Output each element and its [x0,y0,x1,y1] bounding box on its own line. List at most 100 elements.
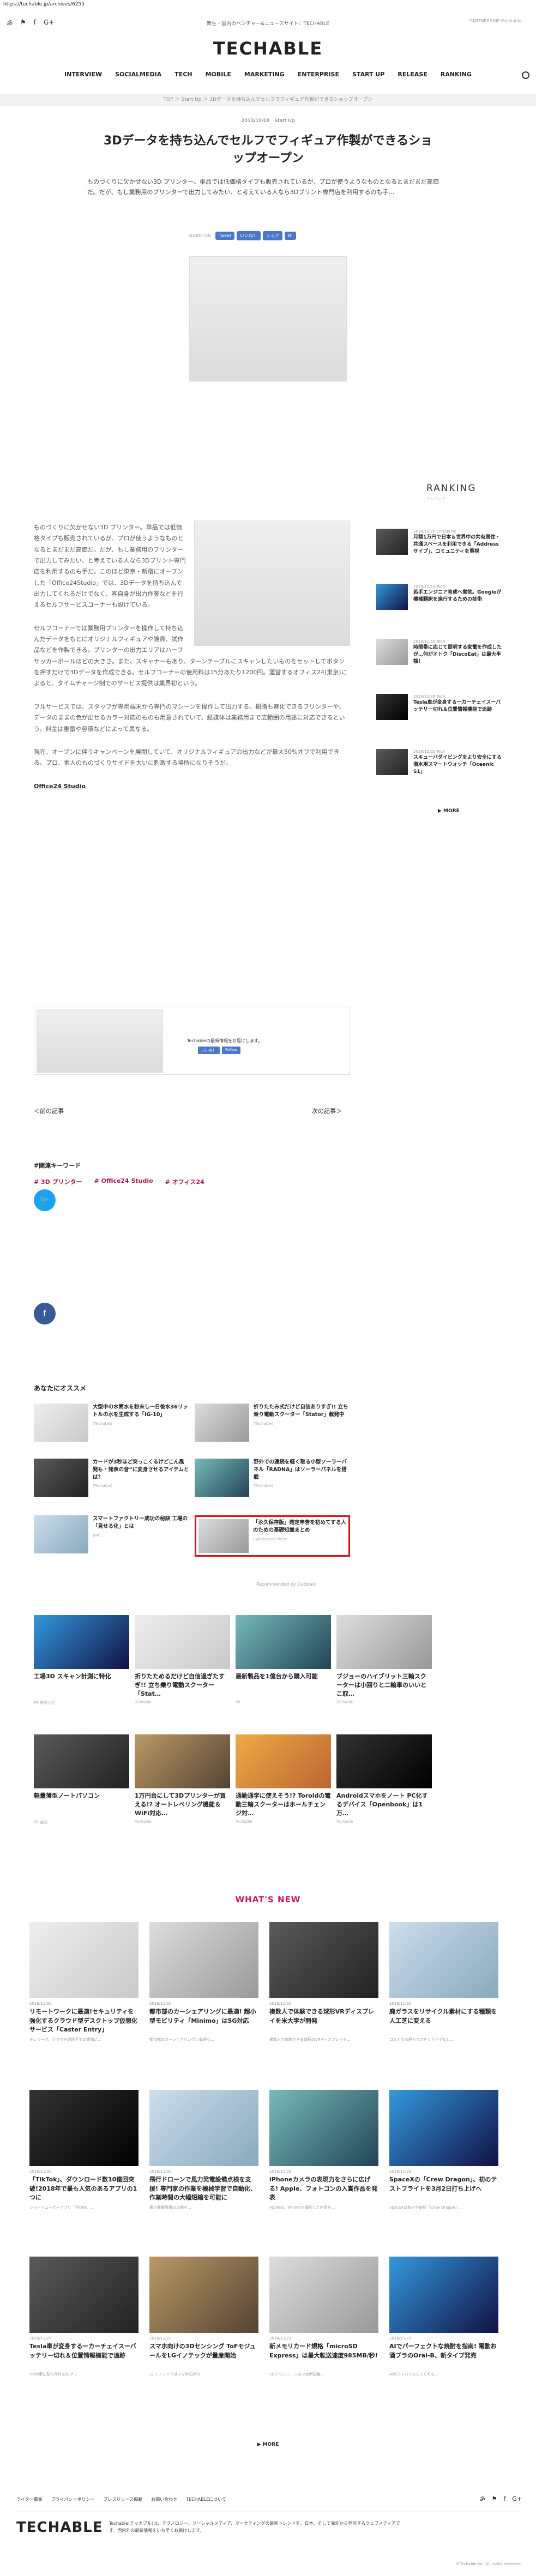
keyword-link[interactable]: # オフィス24 [165,1177,204,1186]
twitter-circle-icon[interactable]: 🐦 [34,1189,56,1211]
whats-new-item[interactable]: 2018/11/30 都市部のカーシェアリングに最適! 超小型モビリティ「Min… [149,1922,258,2048]
site-logo[interactable]: TECHABLE [0,38,536,59]
tweet-button[interactable]: Tweet [215,232,235,240]
ranking-item[interactable]: 2018/11/19 Tech 若手エンジニア育成へ意欲。Googleが機械翻訳を… [376,584,503,610]
whats-new-item[interactable]: 2018/11/30 「TikTok」、ダウンロード数10億回突破!2018年で… [29,2090,138,2216]
grid-title: 軽量薄型ノートパソコン [34,1792,100,1799]
nav-enterprise[interactable]: ENTERPRISE [298,71,339,78]
recommend-title: 野外での連続を軽く取る小型ソーラーパネル「RADNA」はソーラーパネルを搭載 [254,1459,347,1480]
ranking-date: 2018/11/20 Tech [413,749,445,754]
googleplus-icon[interactable]: G+ [512,2495,522,2504]
article-tag-link[interactable]: Office24 Studio [34,783,86,790]
grid-item[interactable]: 1万円台にして3Dプリンターが買える!? オートレベリング機能＆WiFi対応… … [135,1734,230,1824]
outbrain-credit[interactable]: Recommended by Outbrain [256,1582,316,1587]
grid-source: Techable [336,1819,353,1824]
grid-item[interactable]: 最新製品を1億台から購入可能 PR [236,1615,331,1704]
nav-socialmedia[interactable]: SOCIALMEDIA [115,71,161,78]
share-button[interactable]: シェア [263,231,283,240]
ranking-item[interactable]: 2018/11/26 Tech 時間帯に応じて照明する家電を作成したが…何がオトク… [376,639,503,666]
nav-ranking[interactable]: RANKING [441,71,472,78]
whats-new-item[interactable]: 2018/11/29 Tesla車が変身する一カーチェイスーバッテリー切れ＆位置… [29,2257,138,2383]
nav-tech[interactable]: TECH [174,71,192,78]
whats-new-more-link[interactable]: ▶ MORE [0,2442,536,2447]
footer-link[interactable]: お問い合わせ [151,2496,177,2502]
ranking-item[interactable]: 2018/11/29 Tech Tesla車が変身する一カーチェイスーバッテリー切… [376,694,503,720]
recommend-source: (Techable) [254,1484,274,1489]
whats-new-thumbnail [269,2257,378,2333]
whats-new-title: 新メモリカード規格「microSD Express」は最大転送速度985MB/秒… [269,2343,378,2359]
whats-new-item[interactable]: 2018/11/30 複数人で体験できる球形VRディスプレイを米大学が開発 複数… [269,1922,378,2048]
grid-thumbnail [236,1615,331,1669]
whats-new-item[interactable]: 2018/11/29 AIでパーフェクトな焼酎を指南! 電動お酒プラのOrai-… [389,2257,498,2383]
footer-link[interactable]: プライバシーポリシー [51,2496,95,2502]
recommend-sponsored-item[interactable]: 「永久保存版」確定申告を初めてする人のための基礎知識まとめ (Sponsored)… [195,1515,350,1557]
footer-logo[interactable]: TECHABLE [16,2519,103,2536]
whats-new-item[interactable]: 2018/11/30 飛行ドローンで風力発電設備点検を支援! 専門家の作業を機械… [149,2090,258,2216]
search-icon[interactable] [522,71,529,79]
whats-new-thumbnail [29,2257,138,2333]
nav-startup[interactable]: START UP [352,71,384,78]
footer-link[interactable]: TECHABLEについて [186,2496,226,2502]
grid-item[interactable]: 軽量薄型ノートパソコン PR 会社 [34,1734,129,1825]
article-meta: 2013/10/18 Start Up [241,118,295,124]
nav-release[interactable]: RELEASE [398,71,427,78]
nav-interview[interactable]: INTERVIEW [64,71,102,78]
keyword-link[interactable]: # Office24 Studio [94,1177,153,1186]
grid-item[interactable]: ブジョーのハイブリット三輪スクーターは小回りと二輪車のいいとこ取… Techab… [336,1615,432,1704]
nav-marketing[interactable]: MARKETING [244,71,285,78]
recommend-source: (Techable) [93,1421,113,1426]
hatena-button[interactable]: B! [285,232,296,240]
recommend-thumbnail [195,1459,249,1497]
whats-new-item[interactable]: 2018/11/29 SpaceXの「Crew Dragon」、初のテストフライ… [389,2090,498,2216]
grid-item[interactable]: Androidスマホをノート PC化するデバイス「Openbook」は1万… T… [336,1734,432,1824]
promo-follow-button[interactable]: Follow [222,1047,240,1054]
partner-badge[interactable]: PARTNERSHIP Mashable [470,19,522,23]
footer-link[interactable]: プレスリリース掲載 [104,2496,143,2502]
grid-item[interactable]: 通勤通学に使えそう!? Toroidの電動三輪スクーターはホールチェンジ対… T… [236,1734,331,1824]
recommend-item[interactable]: スマートファクトリー成功の秘訣 工場の「見せる化」とは (PR) ... [34,1515,189,1553]
twitter-icon[interactable]: ⚑ [492,2495,497,2504]
article-title: 3Dデータを持ち込んでセルフでフィギュア作製ができるショップオープン [103,134,433,165]
facebook-circle-icon[interactable]: f [34,1303,56,1325]
recommend-item[interactable]: 折りたたみ式だけど自信ありすぎ!! 立ち乗り電動スクーター「Stator」載発中… [195,1404,350,1442]
ranking-thumbnail [376,749,408,775]
whats-new-item[interactable]: 2018/11/30 リモートワークに最適!セキュリティを強化するクラウド型デス… [29,1922,138,2048]
whats-new-item[interactable]: 2018/11/29 iPhoneカメラの表現力をさらに広げる! Apple、フ… [269,2090,378,2216]
ranking-thumbnail [376,584,408,610]
whats-new-item[interactable]: 2018/11/30 廃ガラスをリサイクル素材にする種類を人工芝に変える ゴミと… [389,1922,498,2048]
recommend-heading: あなたにオススメ [34,1384,87,1392]
grid-item[interactable]: 折りたためるだけど自信過ぎたすぎ!! 立ち乗り電動スクーター「Stat… Tec… [135,1615,230,1704]
ranking-more-link[interactable]: ▶ MORE [438,808,460,814]
grid-title: 通勤通学に使えそう!? Toroidの電動三輪スクーターはホールチェンジ対… [236,1792,331,1817]
promo-image [37,1009,163,1073]
recommend-item[interactable]: 大型中の水筒水を粉末し一日後水36リットルの水を生成する「IG-10」 (Tech… [34,1404,189,1442]
like-button[interactable]: いいね！ [237,231,261,240]
ranking-item[interactable]: 2018/11/26 Enterprise 月額1万円で日本＆世界中の共有居住・共… [376,529,503,555]
ranking-heading: RANKING [426,483,477,494]
keyword-link[interactable]: # 3D プリンター [34,1177,82,1186]
promo-like-button[interactable]: いいね！ [198,1047,220,1054]
recommend-item[interactable]: 野外での連続を軽く取る小型ソーラーパネル「RADNA」はソーラーパネルを搭載 (T… [195,1459,350,1497]
recommend-item[interactable]: カードが3秒ほど突っこくるけどこん風発も・発表の音“に変身させるアイテムとは？ (… [34,1459,189,1497]
grid-title: 折りたためるだけど自信過ぎたすぎ!! 立ち乗り電動スクーター「Stat… [135,1673,225,1697]
breadcrumb[interactable]: TOP ＞ Start Up ＞ 3Dデータを持ち込んでセルフでフィギュア作製が… [0,94,536,106]
grid-thumbnail [34,1734,129,1788]
recommend-thumbnail [34,1459,88,1497]
article-paragraph: 現在、オープンに伴うキャンペーンを展開していて、オリジナルフィギュアの出力などが… [34,748,340,767]
facebook-icon[interactable]: f [503,2495,505,2504]
whats-new-item[interactable]: 2018/11/29 スマホ向けの3Dセンシング ToFモジュールをLGイノテッ… [149,2257,258,2383]
grid-item[interactable]: 工場3D スキャン計測に特化 PR 株式会社 [34,1615,129,1706]
prev-article-link[interactable]: ＜前の記事 [34,1106,64,1115]
recommend-title: スマートファクトリー成功の秘訣 工場の「見せる化」とは [93,1516,188,1529]
next-article-link[interactable]: 次の記事＞ [312,1106,342,1115]
whats-new-date: 2018/11/30 [149,2001,172,2006]
footer-link[interactable]: ライター募集 [16,2496,43,2502]
rss-icon[interactable]: ॐ [479,2495,485,2504]
whats-new-desc: ゴミとなる廃ガラスをリサイクルし… [389,2037,454,2042]
grid-thumbnail [34,1615,129,1669]
whats-new-date: 2018/11/29 [389,2169,412,2174]
ranking-item[interactable]: 2018/11/20 Tech スキューバダイビングをより安全にする潜水用スマート… [376,749,503,776]
whats-new-item[interactable]: 2018/11/29 新メモリカード規格「microSD Express」は最大… [269,2257,378,2383]
nav-mobile[interactable]: MOBILE [206,71,231,78]
grid-title: ブジョーのハイブリット三輪スクーターは小回りと二輪車のいいとこ取… [336,1673,426,1697]
